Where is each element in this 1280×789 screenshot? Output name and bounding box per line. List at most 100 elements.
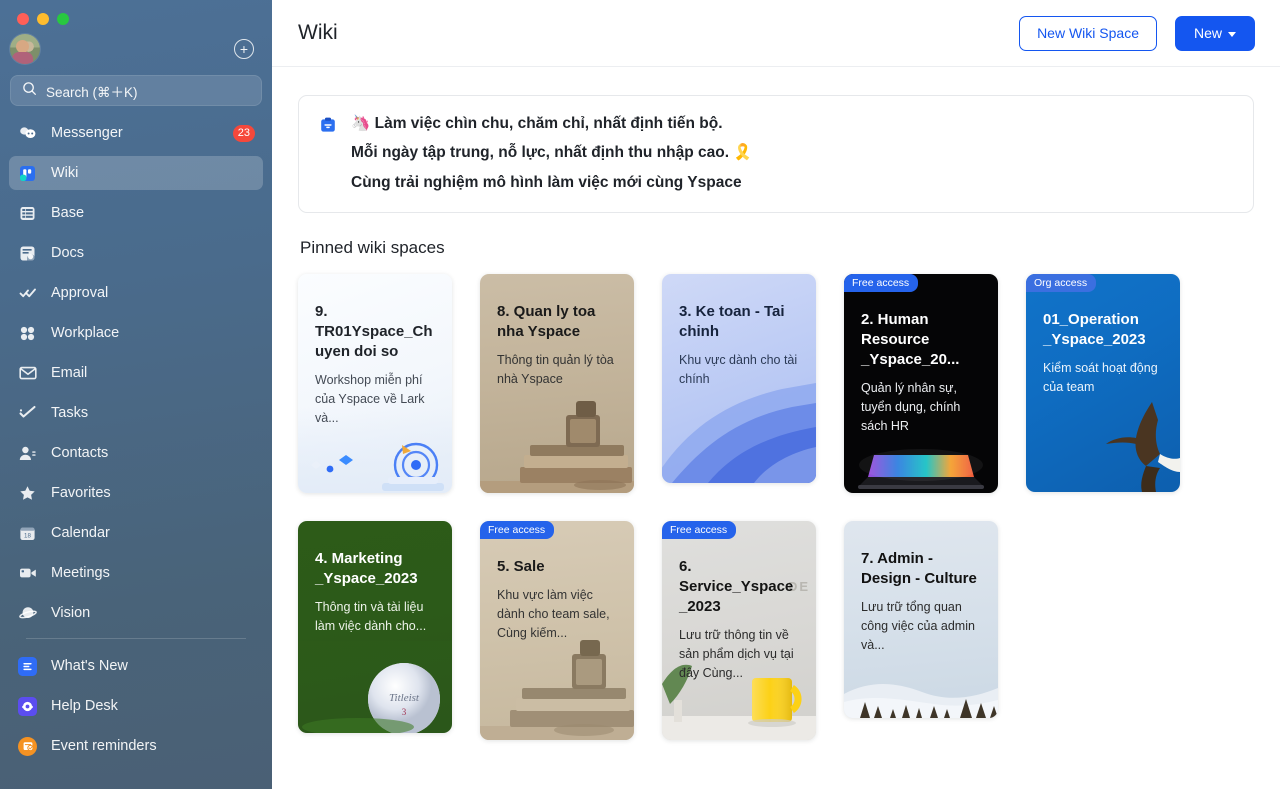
card-content: 6. Service_Yspace_2023 Lưu trữ thông tin… xyxy=(662,521,816,682)
sidebar-item-favorites[interactable]: Favorites xyxy=(9,476,263,510)
card-content: 8. Quan ly toa nha Yspace Thông tin quản… xyxy=(480,274,634,389)
stacked-books-photo xyxy=(480,393,634,494)
card-content: 7. Admin - Design - Culture Lưu trữ tổng… xyxy=(844,521,998,655)
sidebar-item-label: Favorites xyxy=(51,485,111,501)
clipboard-icon xyxy=(319,116,337,192)
search-placeholder: Search (⌘＋K) xyxy=(46,84,138,100)
zoom-window-button[interactable] xyxy=(57,13,69,25)
access-badge: Org access xyxy=(1026,274,1097,293)
vision-icon xyxy=(17,603,38,624)
avatar[interactable] xyxy=(10,34,40,64)
sidebar-item-label: Help Desk xyxy=(51,698,118,714)
glowing-laptop-photo xyxy=(844,435,998,493)
svg-text:18: 18 xyxy=(24,532,31,539)
main-panel: Wiki New Wiki Space New 🦄 Làm việc chìn … xyxy=(272,0,1280,789)
email-icon xyxy=(17,363,38,384)
docs-icon xyxy=(17,243,38,264)
approval-icon xyxy=(17,283,38,304)
new-wiki-space-button[interactable]: New Wiki Space xyxy=(1019,15,1157,51)
card-title: 2. Human Resource _Yspace_20... xyxy=(861,311,960,368)
wiki-space-card[interactable]: 8. Quan ly toa nha Yspace Thông tin quản… xyxy=(480,274,634,494)
announcement-line: 🦄 Làm việc chìn chu, chăm chỉ, nhất định… xyxy=(351,115,723,132)
sidebar-item-email[interactable]: Email xyxy=(9,356,263,390)
sidebar-item-messenger[interactable]: Messenger 23 xyxy=(9,116,263,150)
workplace-icon xyxy=(17,323,38,344)
card-description: Lưu trữ tổng quan công việc của admin và… xyxy=(861,599,975,652)
sidebar-user-row: + xyxy=(0,25,272,64)
section-title: Pinned wiki spaces xyxy=(300,238,445,258)
wiki-space-card[interactable]: Org access 01_Operation _Yspace_2023 Kiể… xyxy=(1026,274,1180,493)
sidebar: + Search (⌘＋K) Messenger 23 Wiki Base Do… xyxy=(0,0,272,789)
wiki-space-card[interactable]: Free access xyxy=(662,521,816,741)
sidebar-item-label: What's New xyxy=(51,658,128,674)
card-content: 3. Ke toan - Tai chinh Khu vực dành cho … xyxy=(662,274,816,389)
new-button[interactable]: New xyxy=(1174,15,1255,51)
wiki-space-card[interactable]: 3. Ke toan - Tai chinh Khu vực dành cho … xyxy=(662,274,816,484)
add-icon[interactable]: + xyxy=(234,39,254,59)
sidebar-item-docs[interactable]: Docs xyxy=(9,236,263,270)
wiki-space-card[interactable]: Titleist 3 4. Marketing _Yspace_2023 Thô… xyxy=(298,521,452,734)
messenger-icon xyxy=(17,123,38,144)
window-traffic-lights xyxy=(0,0,272,25)
svg-text:Titleist: Titleist xyxy=(389,692,420,704)
sidebar-item-label: Email xyxy=(51,365,88,381)
access-badge: Free access xyxy=(480,521,555,540)
close-window-button[interactable] xyxy=(17,13,29,25)
wiki-space-card[interactable]: Free access xyxy=(480,521,634,741)
sidebar-item-event-reminders[interactable]: Event reminders xyxy=(9,729,263,763)
content-area: 🦄 Làm việc chìn chu, chăm chỉ, nhất định… xyxy=(272,67,1280,789)
card-title: 4. Marketing _Yspace_2023 xyxy=(315,550,418,587)
help-desk-icon xyxy=(17,696,38,717)
announcement-line: Cùng trải nghiệm mô hình làm việc mới cù… xyxy=(351,173,742,191)
wiki-space-card[interactable]: Free access xyxy=(844,274,998,494)
app-window: + Search (⌘＋K) Messenger 23 Wiki Base Do… xyxy=(0,0,1280,789)
wiki-icon xyxy=(17,163,38,184)
card-content: 4. Marketing _Yspace_2023 Thông tin và t… xyxy=(298,521,452,636)
unread-badge: 23 xyxy=(232,124,255,142)
sidebar-item-label: Docs xyxy=(51,245,85,261)
card-title: 01_Operation _Yspace_2023 xyxy=(1043,311,1146,348)
event-reminders-icon xyxy=(17,736,38,757)
sidebar-item-approval[interactable]: Approval xyxy=(9,276,263,310)
card-description: Workshop miễn phí của Yspace về Lark và.… xyxy=(315,372,425,425)
sidebar-item-vision[interactable]: Vision xyxy=(9,596,263,630)
tasks-icon xyxy=(17,403,38,424)
sidebar-item-label: Contacts xyxy=(51,445,109,461)
sidebar-item-whats-new[interactable]: What's New xyxy=(9,649,263,683)
card-title: 6. Service_Yspace_2023 xyxy=(679,558,794,615)
card-title: 5. Sale xyxy=(497,558,545,576)
sidebar-item-wiki[interactable]: Wiki xyxy=(9,156,263,190)
card-description: Quản lý nhân sự, tuyển dụng, chính sách … xyxy=(861,380,961,433)
svg-text:3: 3 xyxy=(402,707,407,717)
sidebar-item-help-desk[interactable]: Help Desk xyxy=(9,689,263,723)
new-button-label: New xyxy=(1193,25,1222,41)
star-icon xyxy=(17,483,38,504)
card-description: Khu vực dành cho tài chính xyxy=(679,352,798,386)
sidebar-item-contacts[interactable]: Contacts xyxy=(9,436,263,470)
sidebar-item-label: Workplace xyxy=(51,325,120,341)
card-title: 3. Ke toan - Tai chinh xyxy=(679,303,785,340)
sidebar-item-label: Meetings xyxy=(51,565,110,581)
card-description: Kiểm soát hoạt động của team xyxy=(1043,360,1158,394)
pinned-wiki-space-grid: 9. TR01Yspace_Chuyen doi so Workshop miễ… xyxy=(298,274,1254,741)
card-description: Thông tin quản lý tòa nhà Yspace xyxy=(497,352,614,386)
stone-books-photo xyxy=(480,636,634,741)
top-bar: Wiki New Wiki Space New xyxy=(272,0,1280,67)
golf-ball-photo: Titleist 3 xyxy=(298,641,452,734)
sidebar-item-label: Approval xyxy=(51,285,109,301)
sidebar-item-workplace[interactable]: Workplace xyxy=(9,316,263,350)
card-description: Thông tin và tài liệu làm việc dành cho.… xyxy=(315,599,427,633)
card-content: 5. Sale Khu vực làm việc dành cho team s… xyxy=(480,521,634,643)
sidebar-item-base[interactable]: Base xyxy=(9,196,263,230)
announcement-lines: 🦄 Làm việc chìn chu, chăm chỉ, nhất định… xyxy=(351,114,753,192)
announcement-line: Mỗi ngày tập trung, nỗ lực, nhất định th… xyxy=(351,144,753,162)
wiki-space-card[interactable]: 9. TR01Yspace_Chuyen doi so Workshop miễ… xyxy=(298,274,452,494)
sidebar-item-calendar[interactable]: 18 Calendar xyxy=(9,516,263,550)
wiki-space-card[interactable]: 7. Admin - Design - Culture Lưu trữ tổng… xyxy=(844,521,998,719)
access-badge: Free access xyxy=(844,274,919,293)
video-camera-icon xyxy=(17,563,38,584)
sidebar-item-meetings[interactable]: Meetings xyxy=(9,556,263,590)
search-input[interactable]: Search (⌘＋K) xyxy=(10,75,262,106)
sidebar-item-tasks[interactable]: Tasks xyxy=(9,396,263,430)
minimize-window-button[interactable] xyxy=(37,13,49,25)
